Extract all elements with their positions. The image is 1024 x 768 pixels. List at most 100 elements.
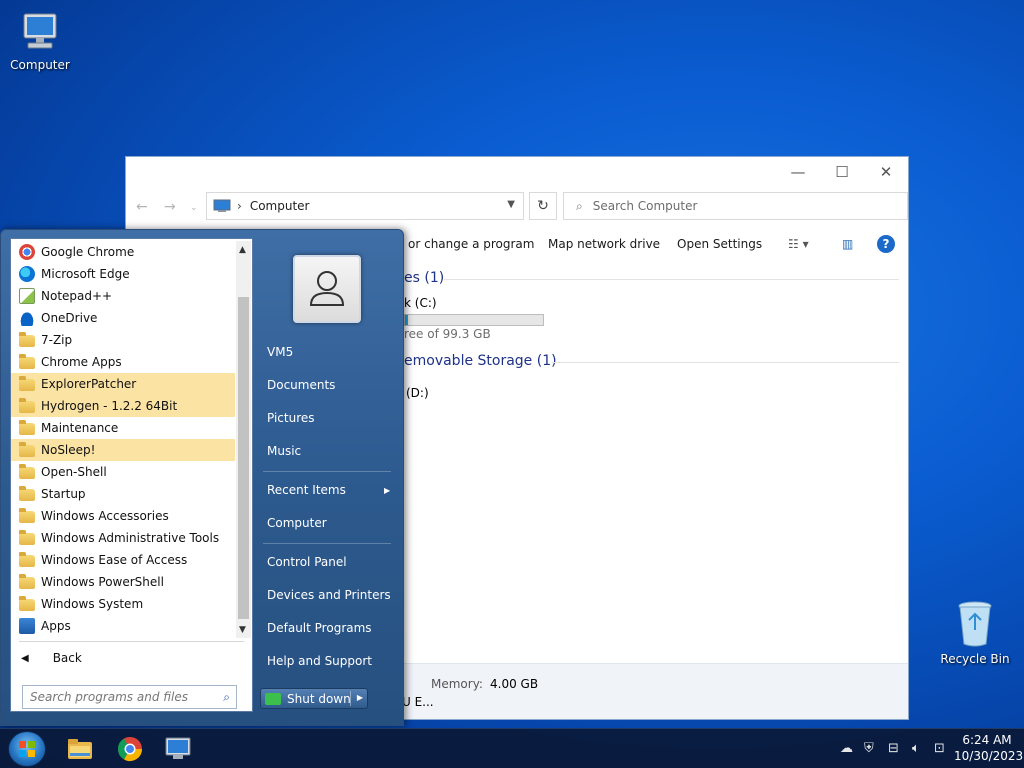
clock-time: 6:24 AM xyxy=(962,733,1012,747)
taskbar-chrome[interactable] xyxy=(114,733,146,765)
close-icon: ✕ xyxy=(879,163,893,181)
program-label: Windows PowerShell xyxy=(41,575,164,589)
program-item[interactable]: Windows PowerShell xyxy=(11,571,235,593)
user-name-item[interactable]: VM5 xyxy=(267,345,293,359)
program-item[interactable]: Microsoft Edge xyxy=(11,263,235,285)
windows-logo-icon xyxy=(19,741,35,757)
memory-label: Memory: xyxy=(431,677,483,691)
recent-locations-icon[interactable]: ⌄ xyxy=(190,203,198,213)
onedrive-icon xyxy=(19,310,35,326)
pictures-item[interactable]: Pictures xyxy=(267,411,315,425)
taskbar-clock[interactable]: 6:24 AM 10/30/2023 xyxy=(954,732,1023,764)
network-disconnected-icon[interactable]: ☁ xyxy=(840,741,853,756)
scrollbar-thumb[interactable] xyxy=(238,297,249,619)
back-arrow-icon[interactable]: ← xyxy=(136,199,148,215)
program-item[interactable]: Startup xyxy=(11,483,235,505)
program-item[interactable]: Google Chrome xyxy=(11,241,235,263)
devices-printers-item[interactable]: Devices and Printers xyxy=(267,588,391,602)
shutdown-icon xyxy=(265,692,281,705)
recent-items-item[interactable]: Recent Items xyxy=(267,483,346,497)
address-bar[interactable]: › Computer ▼ xyxy=(206,192,524,220)
local-disk-label[interactable]: k (C:) xyxy=(404,296,437,310)
close-button[interactable]: ✕ xyxy=(866,161,906,183)
view-options-icon[interactable]: ☷ ▾ xyxy=(788,237,809,251)
search-icon: ⌕ xyxy=(576,198,583,213)
chrome-icon xyxy=(118,737,142,762)
scroll-down-icon[interactable]: ▼ xyxy=(239,625,246,635)
program-item[interactable]: OneDrive xyxy=(11,307,235,329)
music-item[interactable]: Music xyxy=(267,444,301,458)
refresh-button[interactable]: ↻ xyxy=(529,192,557,220)
taskbar-file-explorer[interactable] xyxy=(64,733,96,765)
program-label: 7-Zip xyxy=(41,333,73,347)
preview-pane-icon[interactable]: ▥ xyxy=(842,237,853,251)
program-item[interactable]: Apps xyxy=(11,615,235,637)
removable-storage-section-header[interactable]: emovable Storage (1) xyxy=(404,353,557,369)
program-label: OneDrive xyxy=(41,311,98,325)
explorer-search-box[interactable]: ⌕ Search Computer xyxy=(563,192,908,220)
user-picture[interactable] xyxy=(293,255,361,323)
program-item[interactable]: Hydrogen - 1.2.2 64Bit xyxy=(11,395,235,417)
help-icon[interactable]: ? xyxy=(877,235,895,253)
user-icon xyxy=(309,271,345,306)
recycle-bin-icon xyxy=(958,601,992,647)
scroll-up-icon[interactable]: ▲ xyxy=(239,245,246,255)
open-settings-command[interactable]: Open Settings xyxy=(677,237,762,251)
file-explorer-icon xyxy=(68,739,92,759)
shutdown-options-arrow-icon[interactable]: ▶ xyxy=(357,693,363,702)
start-search-placeholder: Search programs and files xyxy=(30,690,188,704)
start-button[interactable] xyxy=(8,731,46,767)
folder-icon xyxy=(19,376,35,391)
action-center-icon[interactable]: ⊡ xyxy=(934,741,945,756)
apps-icon xyxy=(19,618,35,634)
program-item[interactable]: 7-Zip xyxy=(11,329,235,351)
dvd-drive-label[interactable]: (D:) xyxy=(406,386,429,400)
control-panel-item[interactable]: Control Panel xyxy=(267,555,347,569)
explorer-titlebar[interactable]: — ☐ ✕ xyxy=(126,157,908,187)
program-item[interactable]: Chrome Apps xyxy=(11,351,235,373)
program-item[interactable]: Windows Ease of Access xyxy=(11,549,235,571)
security-shield-icon[interactable]: ⛨ xyxy=(864,741,874,756)
program-label: Startup xyxy=(41,487,86,501)
program-item[interactable]: NoSleep! xyxy=(11,439,235,461)
computer-item[interactable]: Computer xyxy=(267,516,327,530)
breadcrumb-computer[interactable]: Computer xyxy=(250,199,310,213)
programs-list: Google Chrome Microsoft Edge Notepad++ OneD… xyxy=(11,241,235,637)
breadcrumb-separator-icon: › xyxy=(237,199,242,213)
back-button[interactable]: ◀ Back xyxy=(21,651,82,665)
memory-value: 4.00 GB xyxy=(490,677,539,691)
desktop-recycle-bin-icon[interactable]: Recycle Bin xyxy=(937,600,1013,666)
program-label: Windows Administrative Tools xyxy=(41,531,220,545)
program-item[interactable]: Windows System xyxy=(11,593,235,615)
edge-icon xyxy=(19,266,35,282)
address-dropdown-icon[interactable]: ▼ xyxy=(507,199,515,210)
help-support-item[interactable]: Help and Support xyxy=(267,654,372,668)
hard-disk-section-header[interactable]: es (1) xyxy=(404,270,444,286)
default-programs-item[interactable]: Default Programs xyxy=(267,621,372,635)
shutdown-button[interactable]: Shut down ▶ xyxy=(260,688,368,709)
program-item[interactable]: Windows Administrative Tools xyxy=(11,527,235,549)
forward-arrow-icon[interactable]: → xyxy=(164,199,176,215)
folder-icon xyxy=(19,420,35,435)
hard-disk-section-divider xyxy=(444,279,899,280)
program-item[interactable]: Maintenance xyxy=(11,417,235,439)
volume-muted-icon[interactable]: 🔈︎ xyxy=(912,741,920,756)
program-label: Apps xyxy=(41,619,71,633)
minimize-button[interactable]: — xyxy=(778,161,818,183)
network-icon[interactable]: ⊟ xyxy=(888,741,899,756)
documents-item[interactable]: Documents xyxy=(267,378,335,392)
program-item[interactable]: Windows Accessories xyxy=(11,505,235,527)
program-item[interactable]: Open-Shell xyxy=(11,461,235,483)
folder-icon xyxy=(19,530,35,545)
change-program-command[interactable]: or change a program xyxy=(408,237,534,251)
recent-items-arrow-icon: ▶ xyxy=(384,486,391,495)
taskbar-computer[interactable] xyxy=(162,733,194,765)
maximize-button[interactable]: ☐ xyxy=(822,161,862,183)
programs-scrollbar[interactable]: ▲ ▼ xyxy=(236,241,251,638)
map-network-drive-command[interactable]: Map network drive xyxy=(548,237,660,251)
start-search-input[interactable]: Search programs and files ⌕ xyxy=(22,685,237,709)
desktop-computer-icon[interactable]: Computer xyxy=(2,10,78,72)
program-item[interactable]: Notepad++ xyxy=(11,285,235,307)
program-item[interactable]: ExplorerPatcher xyxy=(11,373,235,395)
start-menu: Google Chrome Microsoft Edge Notepad++ OneD… xyxy=(0,229,404,726)
